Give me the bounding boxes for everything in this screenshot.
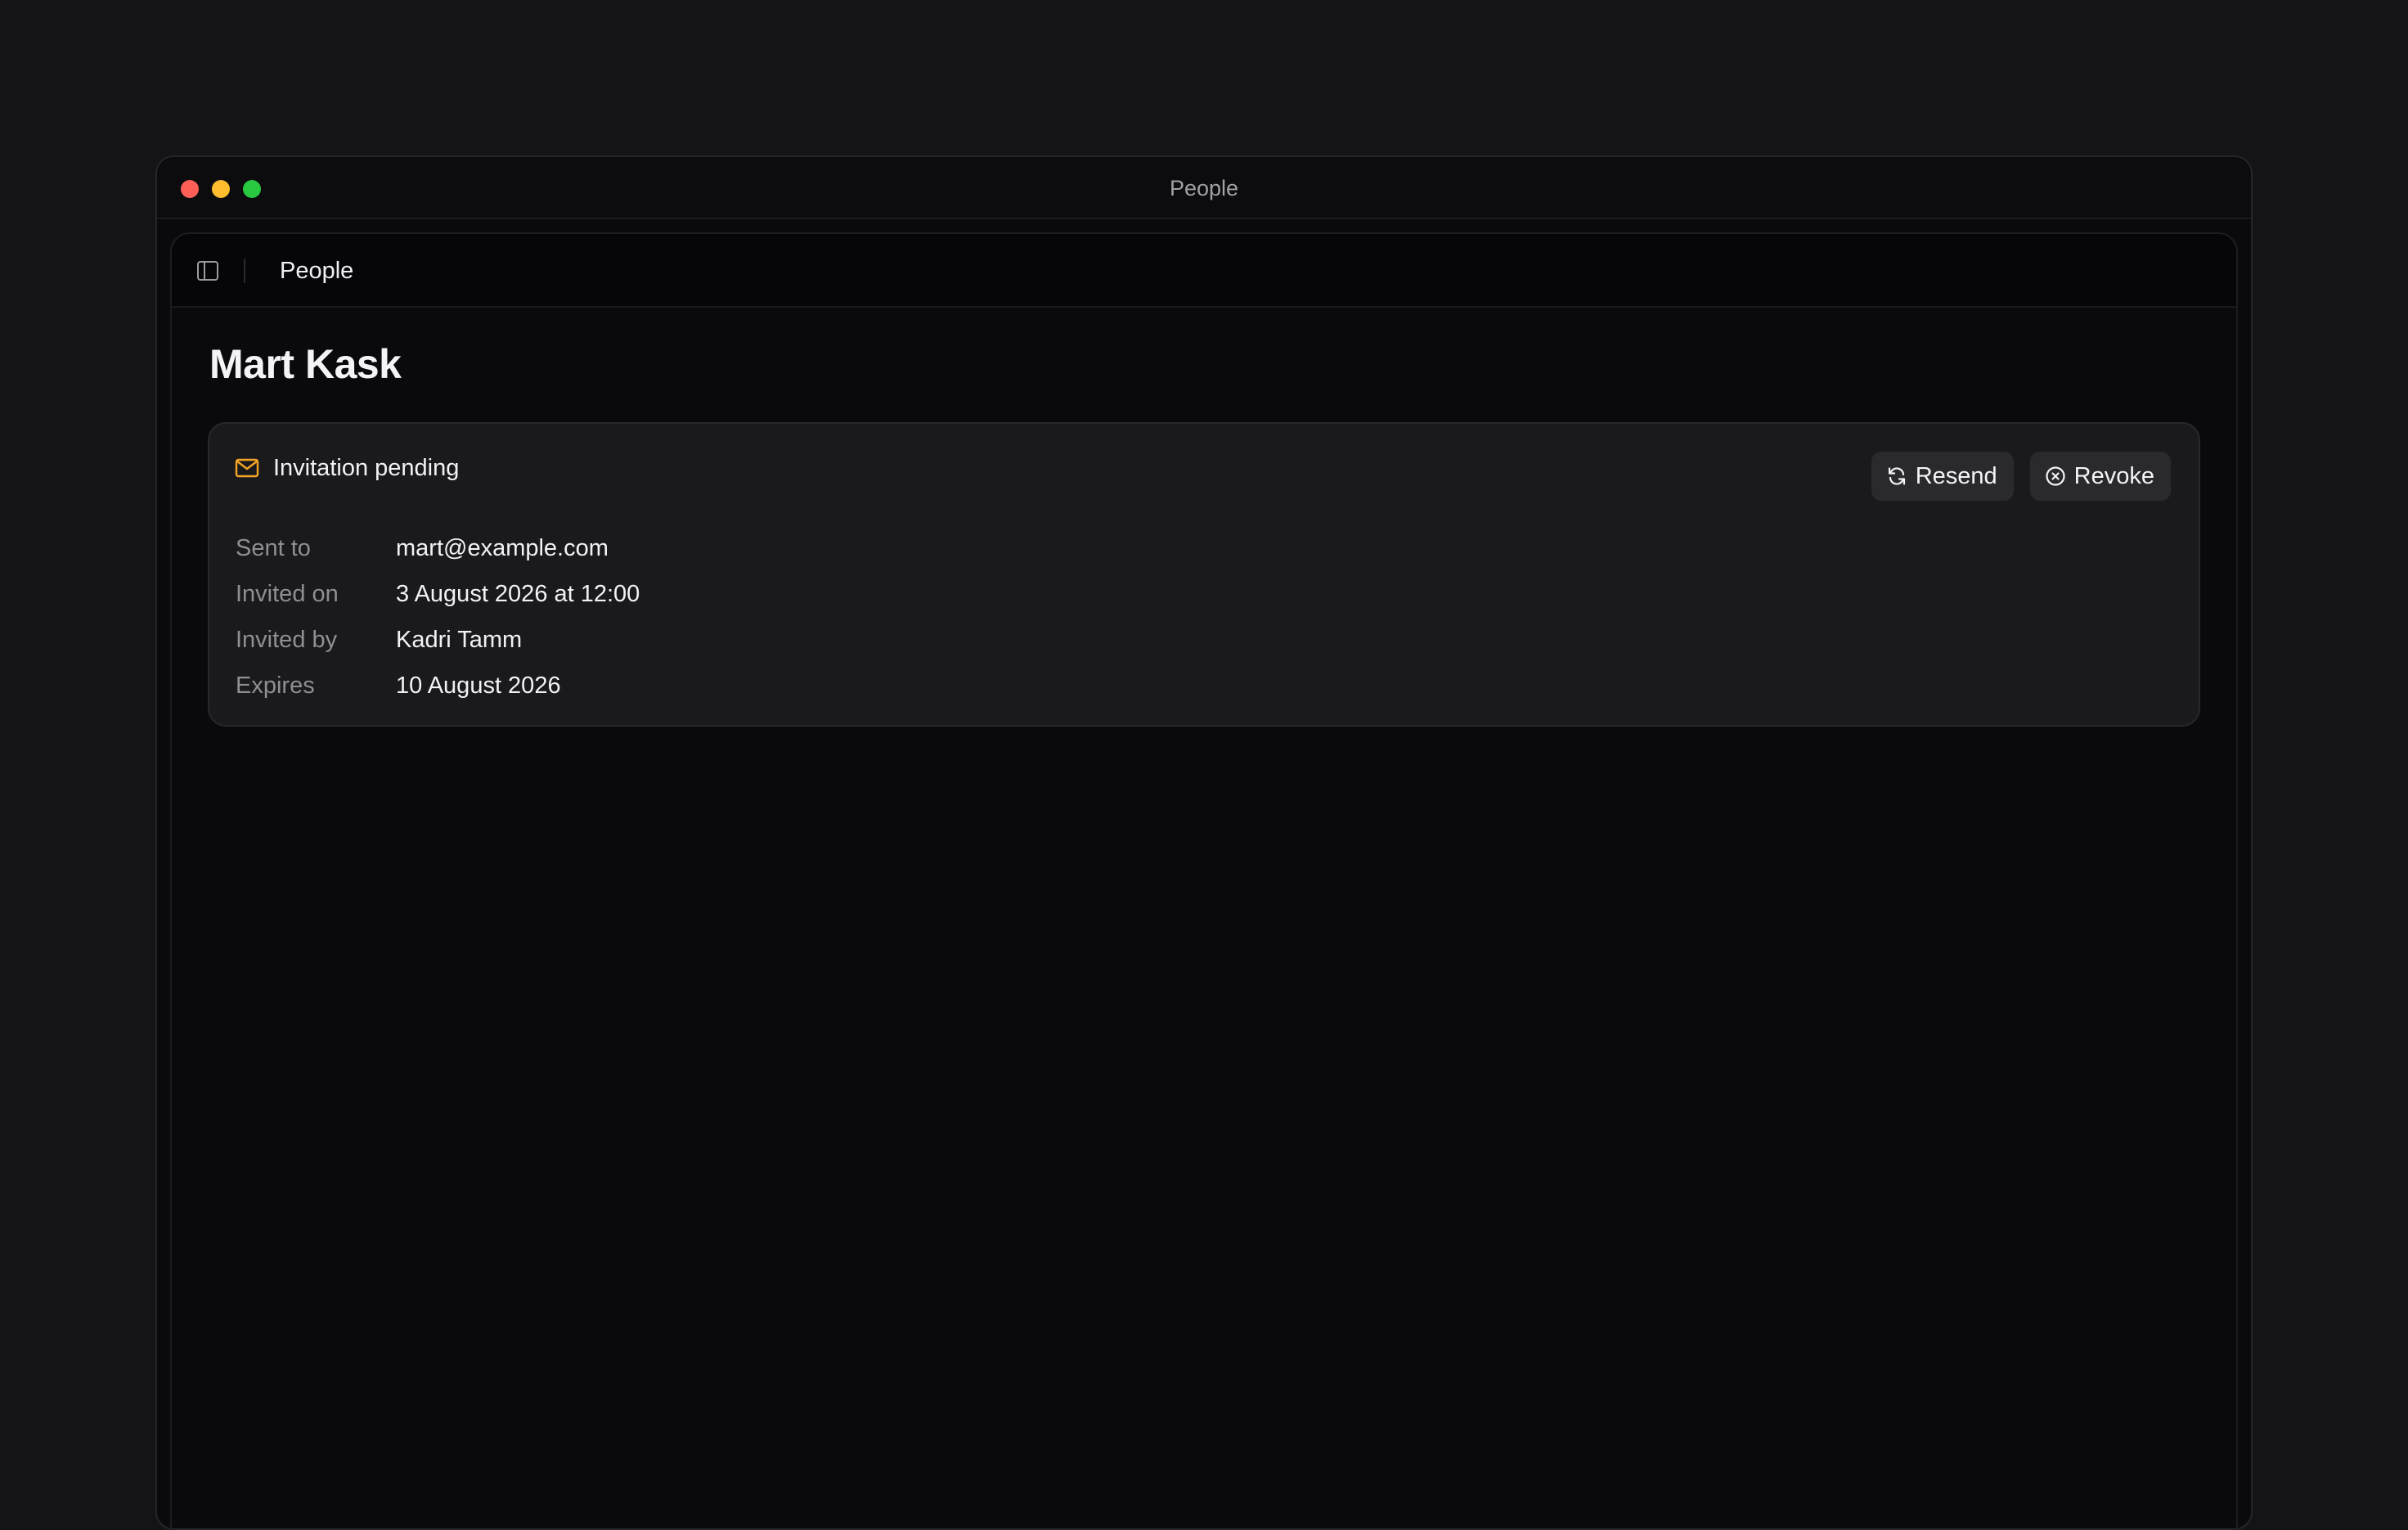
resend-button-label: Resend <box>1915 462 1997 489</box>
mail-icon <box>234 455 260 481</box>
sidebar-toggle-icon[interactable] <box>196 259 219 282</box>
detail-value: 10 August 2026 <box>396 672 561 699</box>
window-title: People <box>1169 176 1239 200</box>
detail-value: 3 August 2026 at 12:00 <box>396 580 640 607</box>
detail-row-expires: Expires 10 August 2026 <box>236 663 1217 709</box>
breadcrumb[interactable]: People <box>280 234 353 308</box>
detail-label: Invited on <box>236 580 339 607</box>
detail-label: Sent to <box>236 534 311 561</box>
main-panel: People Mart Kask Invitation pending Rese… <box>170 232 2238 1528</box>
detail-label: Invited by <box>236 626 338 653</box>
refresh-icon <box>1888 467 1905 485</box>
invitation-details: Sent to mart@example.com Invited on 3 Au… <box>236 525 1217 709</box>
resend-button[interactable]: Resend <box>1871 452 2014 501</box>
revoke-button[interactable]: Revoke <box>2029 452 2171 501</box>
detail-row-invited-on: Invited on 3 August 2026 at 12:00 <box>236 571 1217 617</box>
detail-value: mart@example.com <box>396 534 609 561</box>
invitation-card: Invitation pending Resend Revoke Sent to… <box>208 422 2200 727</box>
invitation-actions: Resend Revoke <box>1871 452 2171 501</box>
page-title: Mart Kask <box>209 341 402 387</box>
detail-row-sent-to: Sent to mart@example.com <box>236 525 1217 571</box>
circle-x-icon <box>2046 466 2065 486</box>
detail-row-invited-by: Invited by Kadri Tamm <box>236 617 1217 663</box>
detail-value: Kadri Tamm <box>396 626 523 653</box>
app-window: People People Mart Kask Invitation pendi… <box>155 155 2253 1530</box>
invitation-status-text: Invitation pending <box>273 454 460 481</box>
title-bar: People <box>157 157 2251 219</box>
panel-header: People <box>172 234 2236 308</box>
header-divider <box>244 259 245 283</box>
detail-label: Expires <box>236 672 315 699</box>
invitation-status: Invitation pending <box>234 453 459 483</box>
revoke-button-label: Revoke <box>2073 462 2154 489</box>
